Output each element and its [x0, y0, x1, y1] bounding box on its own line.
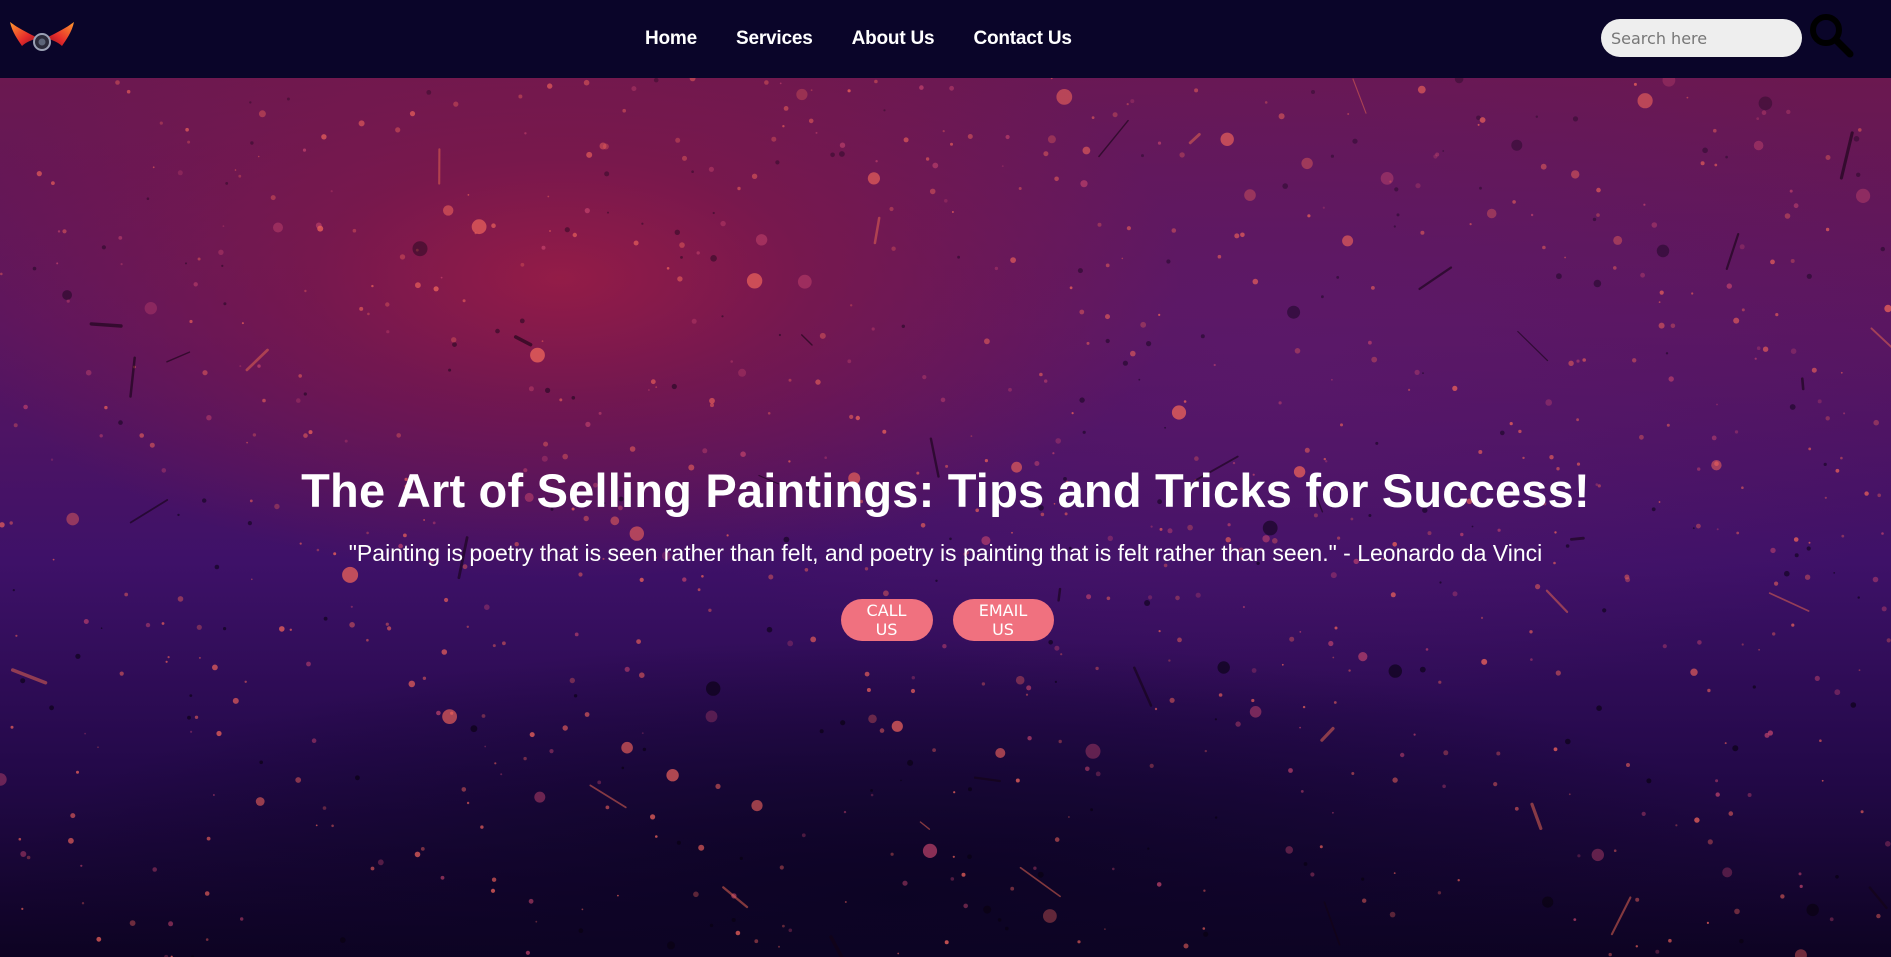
search-input[interactable] — [1601, 19, 1802, 57]
hero-content: The Art of Selling Paintings: Tips and T… — [0, 78, 1891, 957]
nav-link-services[interactable]: Services — [736, 28, 813, 50]
hero-title: The Art of Selling Paintings: Tips and T… — [301, 464, 1590, 517]
winged-logo-icon[interactable] — [8, 18, 76, 58]
hero-quote: "Painting is poetry that is seen rather … — [348, 540, 1543, 566]
navbar: Home Services About Us Contact Us — [0, 0, 1891, 78]
main-nav: Home Services About Us Contact Us — [645, 0, 1111, 78]
nav-link-about-us[interactable]: About Us — [852, 28, 935, 50]
hero-buttons: CALL US EMAIL US — [0, 599, 1891, 641]
call-us-button[interactable]: CALL US — [840, 599, 933, 641]
search-icon[interactable] — [1808, 12, 1854, 58]
nav-link-contact-us[interactable]: Contact Us — [973, 28, 1071, 50]
hero-section: The Art of Selling Paintings: Tips and T… — [0, 78, 1891, 957]
nav-link-home[interactable]: Home — [645, 28, 697, 50]
email-us-button[interactable]: EMAIL US — [952, 599, 1054, 641]
